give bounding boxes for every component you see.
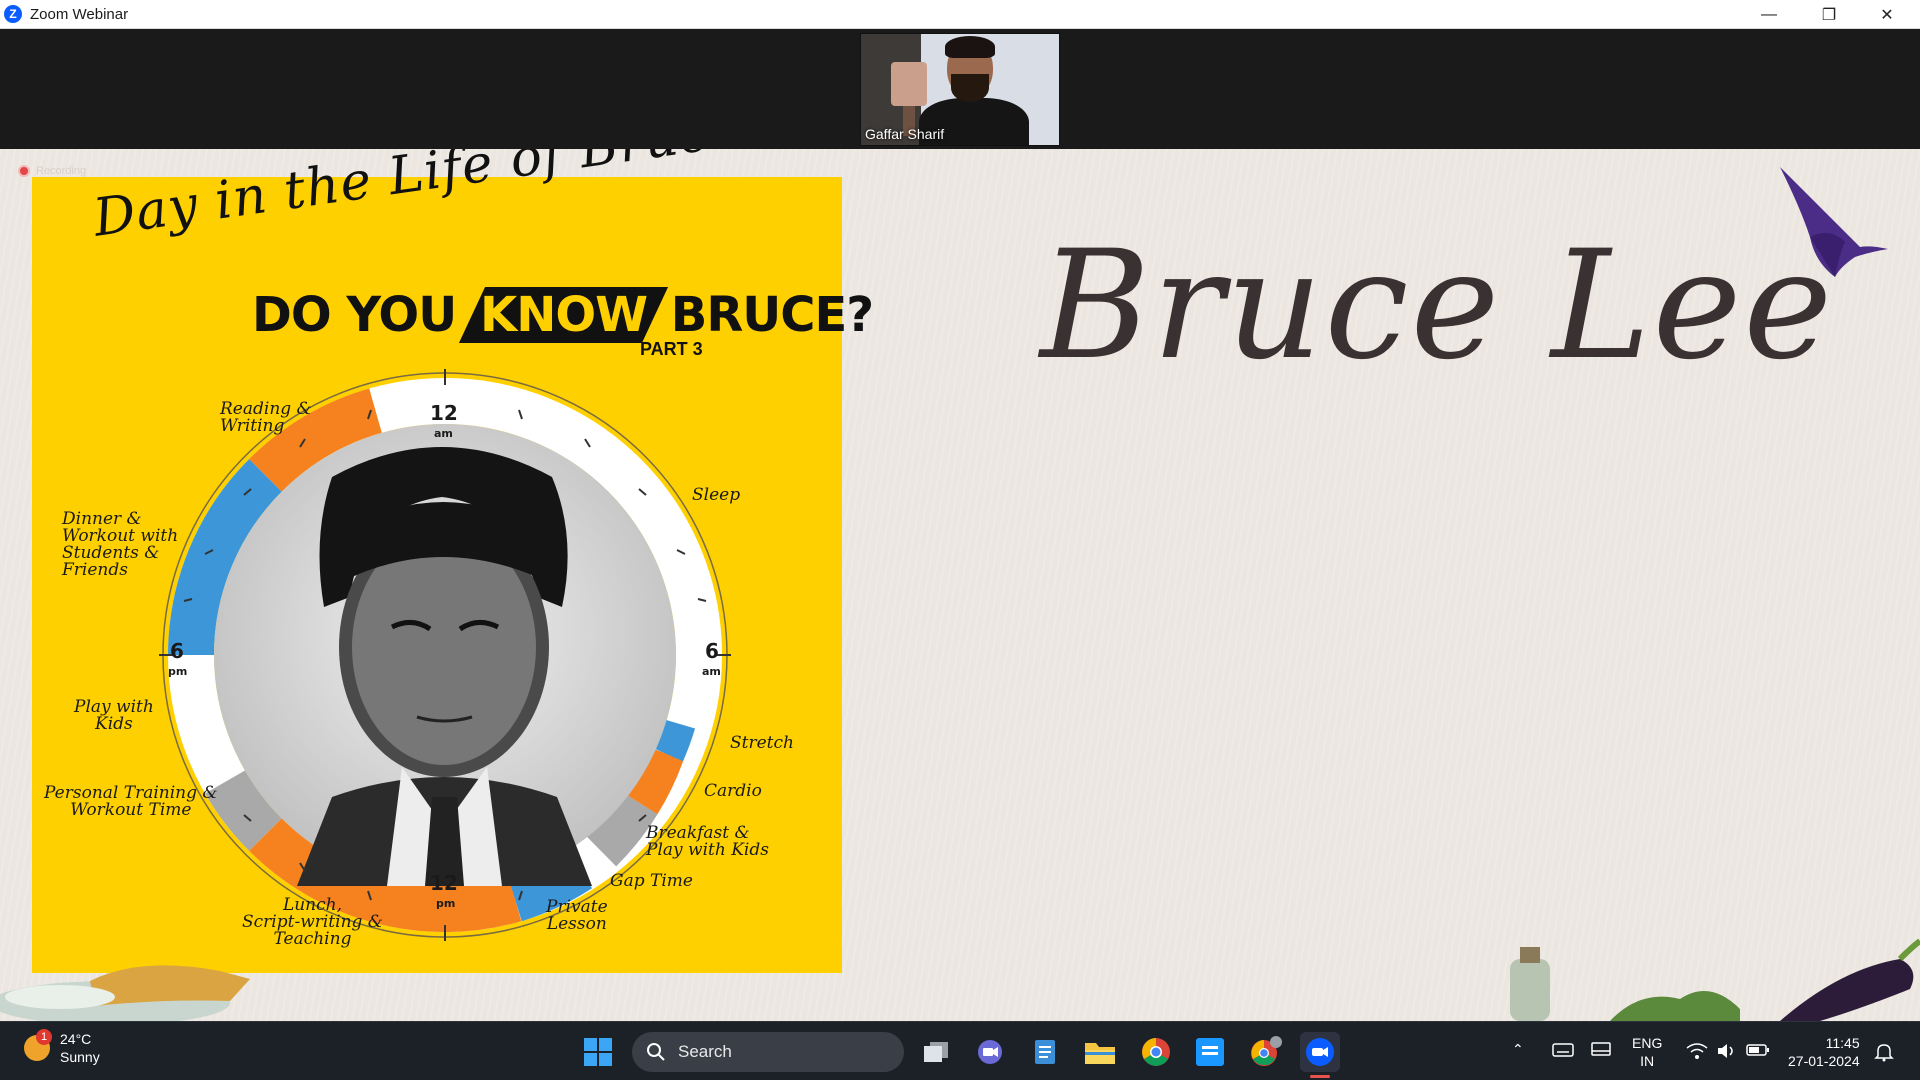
window-title: Zoom Webinar xyxy=(30,5,129,23)
poster-headline: DO YOU KNOW BRUCE? xyxy=(252,287,874,343)
prime-video-button[interactable] xyxy=(1190,1032,1230,1072)
zoom-logo-icon: Z xyxy=(4,5,22,23)
display-icon[interactable] xyxy=(1590,1042,1612,1062)
recording-dot-icon xyxy=(18,165,30,177)
taskbar-search[interactable]: Search xyxy=(632,1032,904,1072)
label-lunch: Lunch, Script-writing & Teaching xyxy=(242,895,383,949)
zoom-app-icon xyxy=(1306,1038,1334,1066)
label-dinner: Dinner & Workout with Students & Friends xyxy=(62,509,179,580)
clock-top-number: 12 xyxy=(430,401,458,425)
video-person-hair xyxy=(945,36,995,58)
headline-post: BRUCE? xyxy=(670,287,874,343)
recording-indicator[interactable]: Recording xyxy=(18,165,86,177)
video-strip: Gaffar Sharif xyxy=(0,29,1920,149)
recording-label: Recording xyxy=(36,165,87,177)
restore-button[interactable]: ❐ xyxy=(1800,0,1858,29)
portrait-illustration xyxy=(297,447,592,886)
label-sleep: Sleep xyxy=(692,485,741,505)
chrome-button[interactable] xyxy=(1136,1032,1176,1072)
notepad-icon xyxy=(1035,1040,1055,1064)
wifi-icon[interactable] xyxy=(1686,1042,1708,1064)
poster-part-label: PART 3 xyxy=(640,339,703,359)
zoom-taskbar-button[interactable] xyxy=(1300,1032,1340,1072)
keyboard-icon[interactable] xyxy=(1552,1042,1574,1062)
label-personal: Personal Training & Workout Time xyxy=(44,783,218,820)
decor-vegetables-icon xyxy=(1510,939,1920,1021)
label-breakfast: Breakfast & Play with Kids xyxy=(646,823,769,860)
search-label: Search xyxy=(678,1042,732,1061)
language-bottom: IN xyxy=(1640,1053,1655,1069)
taskbar-time: 11:45 xyxy=(1825,1035,1860,1051)
label-stretch: Stretch xyxy=(730,733,794,753)
task-view-icon xyxy=(924,1042,948,1062)
clock-right-sub: am xyxy=(702,665,721,678)
video-lamp xyxy=(891,62,927,106)
clock-left-sub: pm xyxy=(168,665,188,678)
label-reading: Reading & Writing xyxy=(220,399,312,436)
clock-left-number: 6 xyxy=(170,639,184,663)
shared-screen: Day in the Life of Bruce Lee DO YOU KNOW… xyxy=(0,149,1920,1021)
label-cardio: Cardio xyxy=(704,781,762,801)
clock-bottom-sub: pm xyxy=(436,897,456,910)
weather-temp: 24°C xyxy=(60,1031,92,1047)
weather-widget[interactable]: 1 24°C Sunny xyxy=(24,1029,100,1066)
teams-chat-button[interactable] xyxy=(970,1032,1010,1072)
clock-top-sub: am xyxy=(434,427,453,440)
clock-area[interactable]: 11:45 27-01-2024 xyxy=(1788,1034,1860,1070)
minimize-button[interactable]: — xyxy=(1740,0,1798,29)
taskbar-date: 27-01-2024 xyxy=(1788,1053,1860,1069)
decor-bread-icon xyxy=(0,965,250,1021)
start-button[interactable] xyxy=(578,1032,618,1072)
window-title-bar: Z Zoom Webinar — ❐ ✕ xyxy=(0,0,1920,29)
bird-logo-icon xyxy=(1780,167,1888,277)
battery-icon[interactable] xyxy=(1746,1042,1770,1062)
headline-know-box: KNOW xyxy=(458,287,669,343)
language-indicator[interactable]: ENG IN xyxy=(1632,1034,1662,1070)
folder-icon xyxy=(1085,1043,1115,1064)
prime-video-icon xyxy=(1196,1038,1224,1066)
chrome-icon xyxy=(1142,1038,1170,1066)
bruce-lee-poster: Day in the Life of Bruce Lee DO YOU KNOW… xyxy=(32,149,874,973)
weather-desc: Sunny xyxy=(60,1049,100,1065)
zoom-active-indicator xyxy=(1310,1075,1330,1078)
slide-title: Bruce Lee xyxy=(1040,219,1835,393)
chrome-profile-button[interactable] xyxy=(1246,1032,1286,1072)
file-explorer-button[interactable] xyxy=(1080,1032,1120,1072)
clock-bottom-number: 12 xyxy=(430,871,458,895)
notepad-button[interactable] xyxy=(1025,1032,1065,1072)
participant-video-tile[interactable]: Gaffar Sharif xyxy=(860,33,1060,146)
search-icon xyxy=(647,1043,665,1061)
windows-taskbar: 1 24°C Sunny Search ⌃ ENG IN 11:45 27-01… xyxy=(0,1021,1920,1080)
language-top: ENG xyxy=(1632,1035,1663,1051)
clock-right-number: 6 xyxy=(705,639,719,663)
headline-know: KNOW xyxy=(479,287,648,343)
video-person-beard xyxy=(951,74,989,102)
participant-name: Gaffar Sharif xyxy=(865,126,945,142)
windows-logo-icon xyxy=(584,1038,612,1066)
headline-pre: DO YOU xyxy=(252,287,457,343)
tray-overflow-chevron-up-icon[interactable]: ⌃ xyxy=(1512,1040,1524,1058)
label-play-kids: Play with Kids xyxy=(74,697,154,734)
weather-badge: 1 xyxy=(36,1029,52,1045)
notification-bell-icon[interactable] xyxy=(1874,1042,1894,1066)
close-button[interactable]: ✕ xyxy=(1858,0,1916,29)
label-private: Private Lesson xyxy=(546,897,608,934)
sun-icon: 1 xyxy=(24,1029,52,1061)
volume-icon[interactable] xyxy=(1716,1042,1738,1064)
label-gap: Gap Time xyxy=(610,871,693,891)
teams-chat-icon xyxy=(978,1040,1002,1064)
chrome-profile-icon xyxy=(1251,1036,1282,1066)
task-view-button[interactable] xyxy=(916,1032,956,1072)
